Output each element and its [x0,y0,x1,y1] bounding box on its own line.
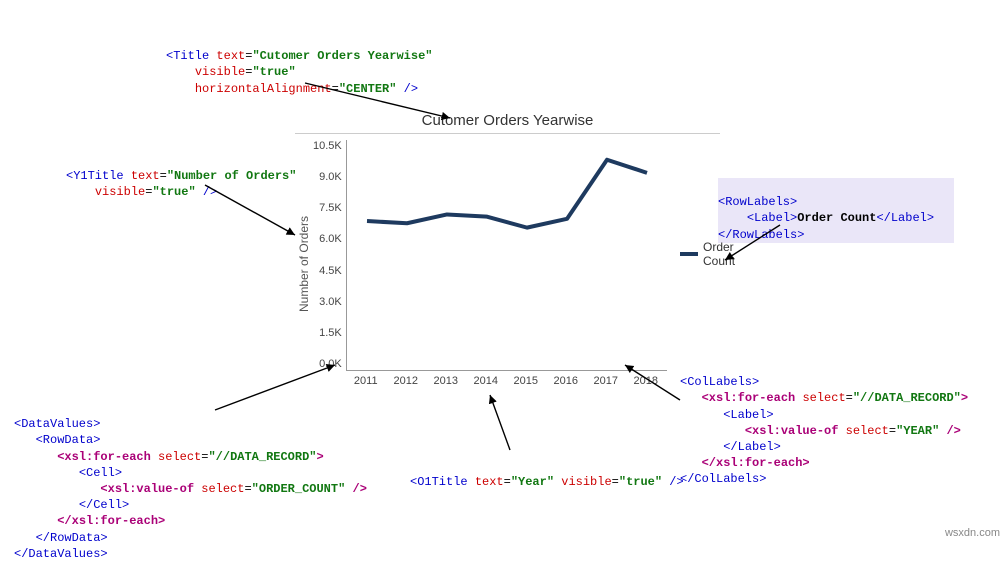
y-axis-ticks: 10.5K9.0K7.5K6.0K4.5K3.0K1.5K0.0K [313,140,346,370]
arrow-datavalues [210,360,350,420]
code-collabels: <ColLabels> <xsl:for-each select="//DATA… [680,358,968,488]
code-datavalues: <DataValues> <RowData> <xsl:for-each sel… [14,400,367,562]
x-axis-ticks: 20112012201320142015201620172018 [346,371,666,387]
arrow-y1title [200,180,320,250]
y-axis-label: Number of Orders [295,140,313,387]
chart-line [347,140,667,370]
arrow-title [300,78,480,138]
arrow-rowlabels [720,220,800,270]
chart-plot [346,140,667,371]
arrow-collabels [620,360,700,410]
arrow-o1title [480,390,540,460]
watermark: wsxdn.com [945,527,1000,539]
legend-swatch [680,252,698,256]
code-rowlabels-label: Order Count [797,211,876,225]
code-o1title: <O1Title text="Year" visible="true" /> [410,458,684,490]
code-title-text: Cutomer Orders Yearwise [260,49,426,63]
chart-container: Cutomer Orders Yearwise Number of Orders… [295,112,720,402]
